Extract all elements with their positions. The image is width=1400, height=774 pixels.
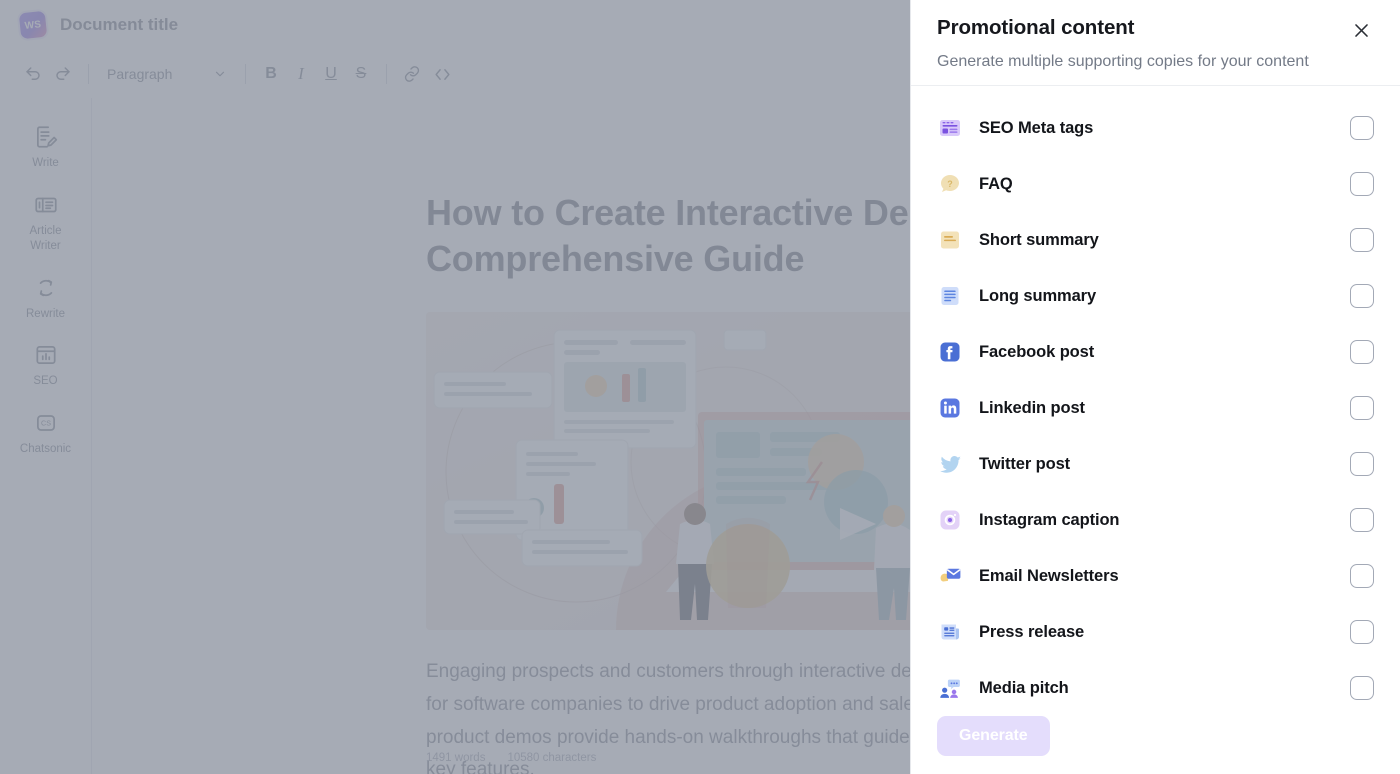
option-label: Media pitch [979,678,1069,697]
twitter-icon [937,451,963,477]
redo-button[interactable] [48,59,78,89]
option-label: FAQ [979,174,1013,193]
option-label: Short summary [979,230,1099,249]
sidebar-item-label: SEO [33,375,58,388]
seo-chart-icon [35,346,56,365]
option-row-short-summary[interactable]: Short summary [937,212,1374,268]
drawer-subtitle: Generate multiple supporting copies for … [937,53,1309,70]
option-checkbox[interactable] [1350,676,1374,700]
option-row-long-summary[interactable]: Long summary [937,268,1374,324]
undo-icon [26,67,40,80]
option-label: Long summary [979,286,1097,305]
option-row-press-release[interactable]: Press release [937,604,1374,660]
option-checkbox[interactable] [1350,340,1374,364]
option-row-seo-meta-tags[interactable]: SEO Meta tags [937,100,1374,156]
redo-icon [56,67,70,80]
chevron-down-icon [215,71,225,77]
strikethrough-button[interactable]: S [346,59,376,89]
option-checkbox[interactable] [1350,116,1374,140]
option-label: Email Newsletters [979,566,1119,585]
media-pitch-icon [937,675,963,701]
option-label: SEO Meta tags [979,118,1094,137]
toolbar-divider [245,64,246,84]
undo-button[interactable] [18,59,48,89]
close-icon [1354,23,1368,37]
option-checkbox[interactable] [1350,452,1374,476]
faq-icon: ? [937,171,963,197]
option-row-linkedin-post[interactable]: Linkedin post [937,380,1374,436]
bold-icon: B [265,65,277,82]
option-label: Facebook post [979,342,1095,361]
link-button[interactable] [397,59,427,89]
toolbar-divider [88,64,89,84]
document-title-input[interactable]: Document title [60,15,178,35]
sidebar-item-label: Write [32,157,59,169]
option-checkbox[interactable] [1350,284,1374,308]
italic-icon: I [298,64,304,83]
character-count: 10580 characters [507,752,597,764]
press-release-icon [937,619,963,645]
toolbar-divider [386,64,387,84]
sidebar-item-article-writer[interactable]: Article Writer [6,182,86,261]
italic-button[interactable]: I [286,59,316,89]
code-icon [434,68,450,80]
sidebar-item-seo[interactable]: SEO [6,332,86,396]
document-pencil-icon [36,126,57,148]
sidebar-item-rewrite[interactable]: Rewrite [6,265,86,329]
option-label: Twitter post [979,454,1071,473]
word-count: 1491 words [426,752,486,764]
drawer-title: Promotional content [937,16,1135,39]
sidebar-item-write[interactable]: Write [6,114,86,178]
bold-button[interactable]: B [256,59,286,89]
email-newsletter-icon [937,563,963,589]
seo-meta-tags-icon [937,115,963,141]
underline-icon: U [325,65,337,82]
option-row-media-pitch[interactable]: Media pitch [937,660,1374,716]
instagram-icon [937,507,963,533]
sidebar-item-label: Article Writer [29,224,62,253]
option-label: Press release [979,622,1085,641]
option-checkbox[interactable] [1350,620,1374,644]
option-checkbox[interactable] [1350,508,1374,532]
underline-button[interactable]: U [316,59,346,89]
option-checkbox[interactable] [1350,172,1374,196]
promotional-content-drawer: Promotional content Generate multiple su… [910,0,1400,774]
svg-text:CS: CS [41,419,51,427]
option-row-faq[interactable]: ? FAQ [937,156,1374,212]
app-root: WS Document title Paragraph B I U S Writ… [0,0,1400,774]
option-row-facebook-post[interactable]: Facebook post [937,324,1374,380]
option-checkbox[interactable] [1350,564,1374,588]
facebook-icon [937,339,963,365]
close-button[interactable] [1348,17,1374,43]
code-button[interactable] [427,59,457,89]
option-checkbox[interactable] [1350,228,1374,252]
link-icon [404,66,420,82]
block-format-select[interactable]: Paragraph [99,59,235,89]
app-logo[interactable]: WS [18,10,48,40]
sidebar-item-label: Rewrite [26,307,65,320]
left-sidebar: Write Article Writer Rewrite SEO CS Chat… [0,98,92,774]
refresh-icon [39,279,52,296]
chatsonic-icon: CS [36,414,55,431]
option-row-instagram-caption[interactable]: Instagram caption [937,492,1374,548]
block-format-value: Paragraph [107,66,173,82]
option-label: Instagram caption [979,510,1120,529]
option-checkbox[interactable] [1350,396,1374,420]
drawer-header: Promotional content Generate multiple su… [911,0,1400,86]
drawer-footer: Generate [911,716,1400,774]
promotional-options-list: SEO Meta tags ? FAQ Short summary Long s… [911,86,1400,716]
sidebar-item-label: Chatsonic [19,442,72,455]
long-summary-icon [937,283,963,309]
strikethrough-icon: S [355,65,367,82]
option-row-twitter-post[interactable]: Twitter post [937,436,1374,492]
short-summary-icon [937,227,963,253]
sidebar-item-chatsonic[interactable]: CS Chatsonic [6,400,86,464]
linkedin-icon [937,395,963,421]
article-icon [34,197,57,212]
generate-button[interactable]: Generate [937,716,1050,756]
option-row-email-newsletters[interactable]: Email Newsletters [937,548,1374,604]
option-label: Linkedin post [979,398,1085,417]
svg-text:?: ? [947,179,953,189]
